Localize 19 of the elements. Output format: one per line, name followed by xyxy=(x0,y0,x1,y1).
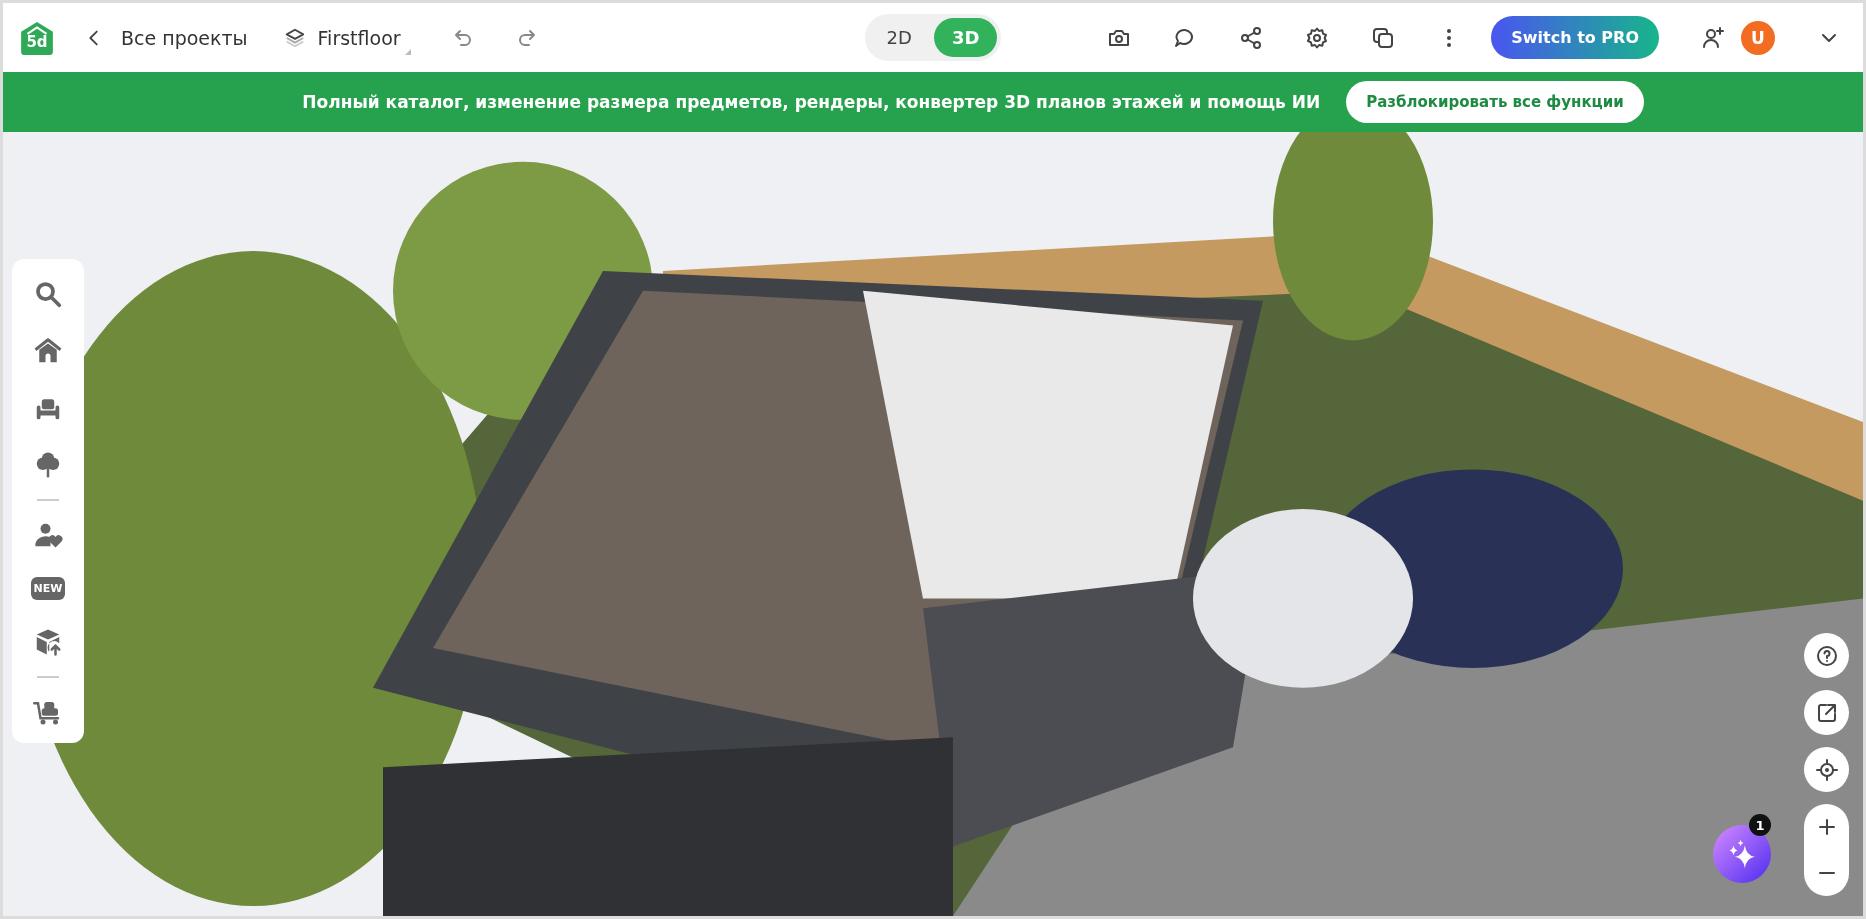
logo[interactable]: 5d xyxy=(19,19,55,56)
minus-icon xyxy=(1818,871,1835,875)
user-avatar[interactable]: U xyxy=(1741,20,1775,55)
copy-icon[interactable] xyxy=(1371,25,1396,50)
locate-icon[interactable] xyxy=(1814,757,1839,782)
settings-icon[interactable] xyxy=(1305,25,1330,50)
search-icon[interactable] xyxy=(33,279,63,309)
floor-selector[interactable]: Firstfloor xyxy=(283,20,411,55)
view-tab[interactable]: 3D xyxy=(933,18,998,57)
add-user-icon[interactable] xyxy=(1701,25,1725,50)
help-icon[interactable] xyxy=(1814,643,1839,668)
switch-to-pro-button[interactable]: Switch to PRO xyxy=(1491,16,1659,59)
back-link[interactable]: Все проекты xyxy=(83,26,248,49)
view-tab[interactable]: 2D xyxy=(868,18,930,57)
new-badge[interactable]: NEW xyxy=(30,577,66,600)
unlock-button[interactable]: Разблокировать все функции xyxy=(1346,81,1644,123)
layers-icon xyxy=(283,26,306,49)
share-icon[interactable] xyxy=(1239,25,1264,50)
promo-text: Полный каталог, изменение размера предметов, рендеры, конвертер 3D планов этажей и помощь ИИ xyxy=(302,92,1321,112)
